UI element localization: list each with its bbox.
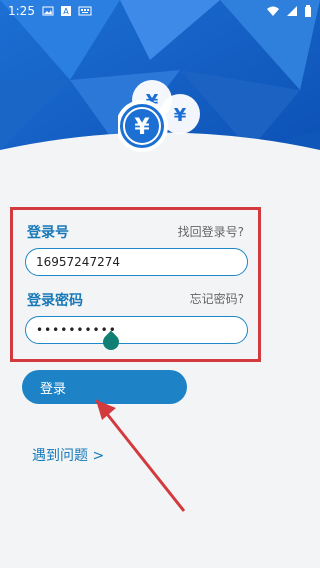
password-label: 登录密码: [27, 293, 83, 309]
account-value: 16957247274: [36, 255, 120, 269]
status-bar: 1:25 A: [0, 0, 320, 24]
yuan-coins-logo: ¥ ¥ ¥: [116, 78, 208, 158]
status-icons-left: A: [42, 5, 92, 20]
account-label: 登录号: [27, 225, 69, 241]
battery-icon: [304, 5, 312, 20]
svg-text:¥: ¥: [134, 115, 150, 140]
password-input[interactable]: ••••••••••: [25, 316, 248, 344]
keyboard-icon: [78, 5, 92, 20]
svg-text:¥: ¥: [174, 105, 187, 126]
status-icons-right: [266, 5, 312, 20]
login-form-highlight: 登录号 找回登录号? 16957247274 登录密码 忘记密码? ••••••…: [10, 207, 261, 362]
text-icon: A: [60, 5, 72, 20]
status-time: 1:25: [8, 4, 35, 18]
image-icon: [42, 5, 54, 20]
find-account-link[interactable]: 找回登录号?: [178, 223, 244, 240]
wifi-icon: [266, 5, 280, 20]
account-input[interactable]: 16957247274: [25, 248, 248, 276]
annotation-arrow: [94, 399, 186, 512]
problem-link[interactable]: 遇到问题 >: [32, 445, 104, 465]
svg-text:A: A: [63, 7, 69, 16]
password-value: ••••••••••: [36, 323, 117, 337]
forgot-password-link[interactable]: 忘记密码?: [190, 290, 244, 307]
signal-icon: [286, 5, 298, 20]
login-label: 登录: [40, 381, 67, 397]
